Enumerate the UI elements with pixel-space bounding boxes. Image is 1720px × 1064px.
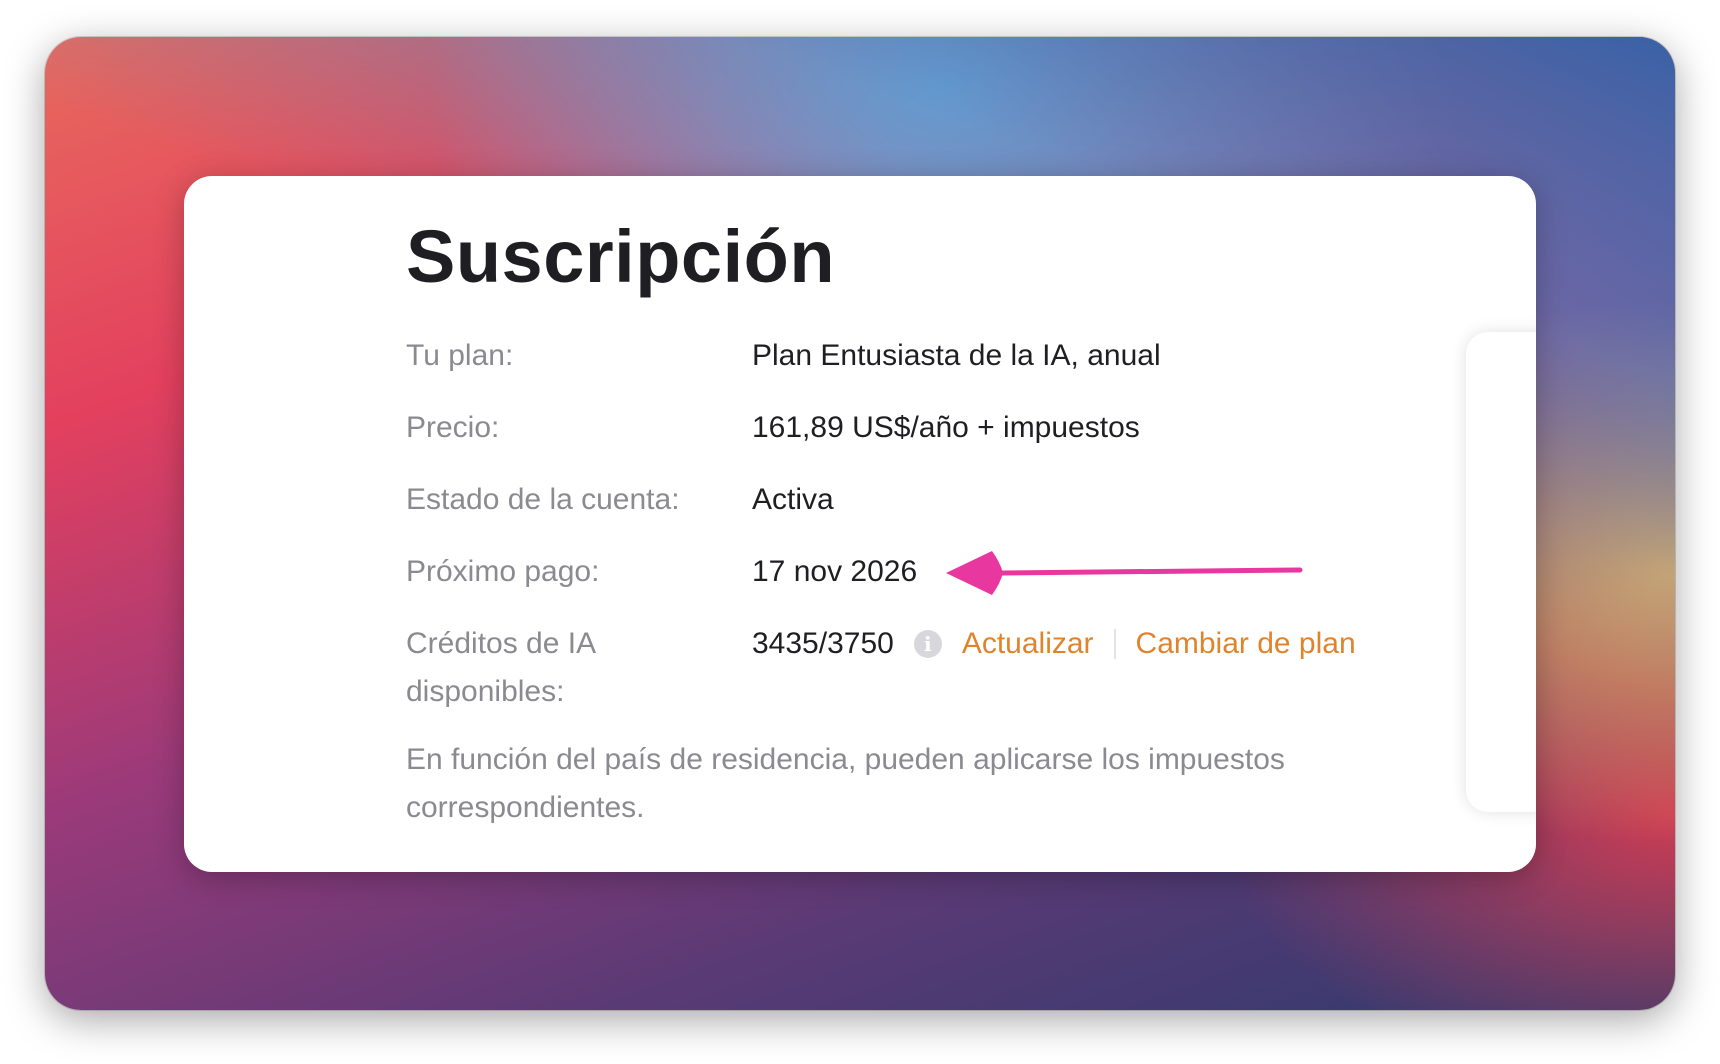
annotation-arrow	[946, 551, 1303, 595]
arrow-left-icon	[946, 551, 1303, 595]
